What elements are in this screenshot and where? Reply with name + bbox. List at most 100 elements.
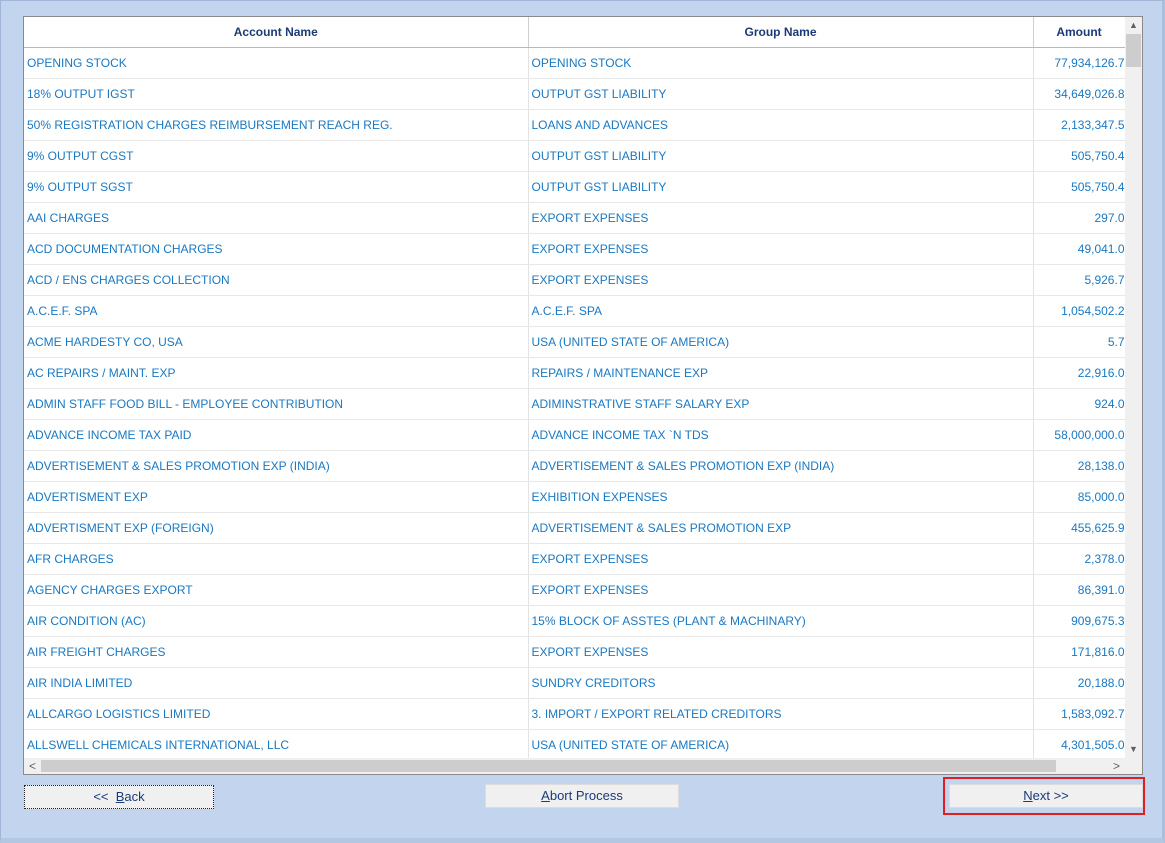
table-row[interactable]: A.C.E.F. SPA A.C.E.F. SPA 1,054,502.2: [24, 295, 1125, 327]
amount-cell[interactable]: 505,750.4: [1033, 171, 1125, 203]
group-name-cell[interactable]: OUTPUT GST LIABILITY: [528, 171, 1034, 203]
table-row[interactable]: ADVERTISEMENT & SALES PROMOTION EXP (IND…: [24, 450, 1125, 482]
group-name-cell[interactable]: LOANS AND ADVANCES: [528, 109, 1034, 141]
group-name-cell[interactable]: EXPORT EXPENSES: [528, 233, 1034, 265]
account-name-cell[interactable]: ALLSWELL CHEMICALS INTERNATIONAL, LLC: [24, 729, 529, 758]
table-row[interactable]: AC REPAIRS / MAINT. EXP REPAIRS / MAINTEN…: [24, 357, 1125, 389]
account-name-cell[interactable]: 18% OUTPUT IGST: [24, 78, 529, 110]
account-name-cell[interactable]: ADVERTISMENT EXP: [24, 481, 529, 513]
amount-cell[interactable]: 171,816.0: [1033, 636, 1125, 668]
next-button[interactable]: Next >>: [949, 784, 1143, 808]
amount-cell[interactable]: 58,000,000.0: [1033, 419, 1125, 451]
amount-cell[interactable]: 77,934,126.7: [1033, 47, 1125, 79]
vertical-scroll-thumb[interactable]: [1126, 34, 1141, 67]
account-name-cell[interactable]: 9% OUTPUT CGST: [24, 140, 529, 172]
table-row[interactable]: ACD DOCUMENTATION CHARGES EXPORT EXPENSES…: [24, 233, 1125, 265]
column-header-group-name[interactable]: Group Name: [528, 17, 1034, 48]
account-name-cell[interactable]: 9% OUTPUT SGST: [24, 171, 529, 203]
amount-cell[interactable]: 4,301,505.0: [1033, 729, 1125, 758]
horizontal-scroll-thumb[interactable]: [41, 760, 1056, 772]
account-name-cell[interactable]: AC REPAIRS / MAINT. EXP: [24, 357, 529, 389]
group-name-cell[interactable]: EXPORT EXPENSES: [528, 543, 1034, 575]
group-name-cell[interactable]: ADVERTISEMENT & SALES PROMOTION EXP (IND…: [528, 450, 1034, 482]
column-header-amount[interactable]: Amount: [1033, 17, 1125, 48]
account-name-cell[interactable]: ACD / ENS CHARGES COLLECTION: [24, 264, 529, 296]
scroll-up-icon[interactable]: ▲: [1125, 17, 1142, 34]
group-name-cell[interactable]: OUTPUT GST LIABILITY: [528, 78, 1034, 110]
account-name-cell[interactable]: AIR CONDITION (AC): [24, 605, 529, 637]
account-name-cell[interactable]: AIR FREIGHT CHARGES: [24, 636, 529, 668]
table-row[interactable]: 18% OUTPUT IGST OUTPUT GST LIABILITY 34,64…: [24, 78, 1125, 110]
group-name-cell[interactable]: ADVANCE INCOME TAX `N TDS: [528, 419, 1034, 451]
table-row[interactable]: ACME HARDESTY CO, USA USA (UNITED STATE O…: [24, 326, 1125, 358]
account-name-cell[interactable]: ADVERTISMENT EXP (FOREIGN): [24, 512, 529, 544]
group-name-cell[interactable]: EXPORT EXPENSES: [528, 636, 1034, 668]
table-row[interactable]: AFR CHARGES EXPORT EXPENSES 2,378.0: [24, 543, 1125, 575]
table-row[interactable]: OPENING STOCK OPENING STOCK 77,934,126.7: [24, 47, 1125, 79]
table-row[interactable]: 9% OUTPUT CGST OUTPUT GST LIABILITY 505,75…: [24, 140, 1125, 172]
account-name-cell[interactable]: 50% REGISTRATION CHARGES REIMBURSEMENT R…: [24, 109, 529, 141]
table-row[interactable]: ADVERTISMENT EXP EXHIBITION EXPENSES 85,00…: [24, 481, 1125, 513]
amount-cell[interactable]: 297.0: [1033, 202, 1125, 234]
account-name-cell[interactable]: ADMIN STAFF FOOD BILL - EMPLOYEE CONTRIB…: [24, 388, 529, 420]
amount-cell[interactable]: 1,054,502.2: [1033, 295, 1125, 327]
account-name-cell[interactable]: ACD DOCUMENTATION CHARGES: [24, 233, 529, 265]
table-row[interactable]: AIR FREIGHT CHARGES EXPORT EXPENSES 171,81…: [24, 636, 1125, 668]
amount-cell[interactable]: 455,625.9: [1033, 512, 1125, 544]
scroll-right-icon[interactable]: >: [1108, 758, 1125, 774]
group-name-cell[interactable]: A.C.E.F. SPA: [528, 295, 1034, 327]
group-name-cell[interactable]: ADVERTISEMENT & SALES PROMOTION EXP: [528, 512, 1034, 544]
account-name-cell[interactable]: AAI CHARGES: [24, 202, 529, 234]
account-name-cell[interactable]: ADVERTISEMENT & SALES PROMOTION EXP (IND…: [24, 450, 529, 482]
table-row[interactable]: 50% REGISTRATION CHARGES REIMBURSEMENT R…: [24, 109, 1125, 141]
account-name-cell[interactable]: ACME HARDESTY CO, USA: [24, 326, 529, 358]
amount-cell[interactable]: 2,378.0: [1033, 543, 1125, 575]
table-row[interactable]: 9% OUTPUT SGST OUTPUT GST LIABILITY 505,75…: [24, 171, 1125, 203]
account-name-cell[interactable]: AIR INDIA LIMITED: [24, 667, 529, 699]
table-row[interactable]: ADMIN STAFF FOOD BILL - EMPLOYEE CONTRIB…: [24, 388, 1125, 420]
group-name-cell[interactable]: SUNDRY CREDITORS: [528, 667, 1034, 699]
account-name-cell[interactable]: AFR CHARGES: [24, 543, 529, 575]
group-name-cell[interactable]: 15% BLOCK OF ASSTES (PLANT & MACHINARY): [528, 605, 1034, 637]
vertical-scrollbar[interactable]: ▲ ▼: [1125, 17, 1142, 758]
group-name-cell[interactable]: OPENING STOCK: [528, 47, 1034, 79]
table-row[interactable]: ALLSWELL CHEMICALS INTERNATIONAL, LLC USA…: [24, 729, 1125, 758]
amount-cell[interactable]: 1,583,092.7: [1033, 698, 1125, 730]
group-name-cell[interactable]: USA (UNITED STATE OF AMERICA): [528, 729, 1034, 758]
account-name-cell[interactable]: OPENING STOCK: [24, 47, 529, 79]
table-row[interactable]: ACD / ENS CHARGES COLLECTION EXPORT EXPEN…: [24, 264, 1125, 296]
amount-cell[interactable]: 5,926.7: [1033, 264, 1125, 296]
account-name-cell[interactable]: ALLCARGO LOGISTICS LIMITED: [24, 698, 529, 730]
amount-cell[interactable]: 85,000.0: [1033, 481, 1125, 513]
group-name-cell[interactable]: ADIMINSTRATIVE STAFF SALARY EXP: [528, 388, 1034, 420]
horizontal-scrollbar[interactable]: < >: [24, 758, 1125, 774]
table-row[interactable]: ALLCARGO LOGISTICS LIMITED 3. IMPORT / EX…: [24, 698, 1125, 730]
table-row[interactable]: ADVERTISMENT EXP (FOREIGN) ADVERTISEMENT …: [24, 512, 1125, 544]
abort-process-button[interactable]: Abort Process: [485, 784, 679, 808]
amount-cell[interactable]: 20,188.0: [1033, 667, 1125, 699]
amount-cell[interactable]: 28,138.0: [1033, 450, 1125, 482]
table-row[interactable]: AAI CHARGES EXPORT EXPENSES 297.0: [24, 202, 1125, 234]
group-name-cell[interactable]: REPAIRS / MAINTENANCE EXP: [528, 357, 1034, 389]
amount-cell[interactable]: 34,649,026.8: [1033, 78, 1125, 110]
account-name-cell[interactable]: A.C.E.F. SPA: [24, 295, 529, 327]
group-name-cell[interactable]: EXPORT EXPENSES: [528, 574, 1034, 606]
group-name-cell[interactable]: EXPORT EXPENSES: [528, 264, 1034, 296]
amount-cell[interactable]: 86,391.0: [1033, 574, 1125, 606]
amount-cell[interactable]: 49,041.0: [1033, 233, 1125, 265]
amount-cell[interactable]: 505,750.4: [1033, 140, 1125, 172]
table-row[interactable]: AIR INDIA LIMITED SUNDRY CREDITORS 20,188.…: [24, 667, 1125, 699]
account-name-cell[interactable]: ADVANCE INCOME TAX PAID: [24, 419, 529, 451]
amount-cell[interactable]: 2,133,347.5: [1033, 109, 1125, 141]
amount-cell[interactable]: 924.0: [1033, 388, 1125, 420]
group-name-cell[interactable]: EXHIBITION EXPENSES: [528, 481, 1034, 513]
table-row[interactable]: ADVANCE INCOME TAX PAID ADVANCE INCOME TA…: [24, 419, 1125, 451]
amount-cell[interactable]: 909,675.3: [1033, 605, 1125, 637]
amount-cell[interactable]: 22,916.0: [1033, 357, 1125, 389]
amount-cell[interactable]: 5.7: [1033, 326, 1125, 358]
back-button[interactable]: << Back: [24, 785, 214, 809]
scroll-down-icon[interactable]: ▼: [1125, 741, 1142, 758]
group-name-cell[interactable]: EXPORT EXPENSES: [528, 202, 1034, 234]
table-row[interactable]: AGENCY CHARGES EXPORT EXPORT EXPENSES 86,3…: [24, 574, 1125, 606]
group-name-cell[interactable]: USA (UNITED STATE OF AMERICA): [528, 326, 1034, 358]
